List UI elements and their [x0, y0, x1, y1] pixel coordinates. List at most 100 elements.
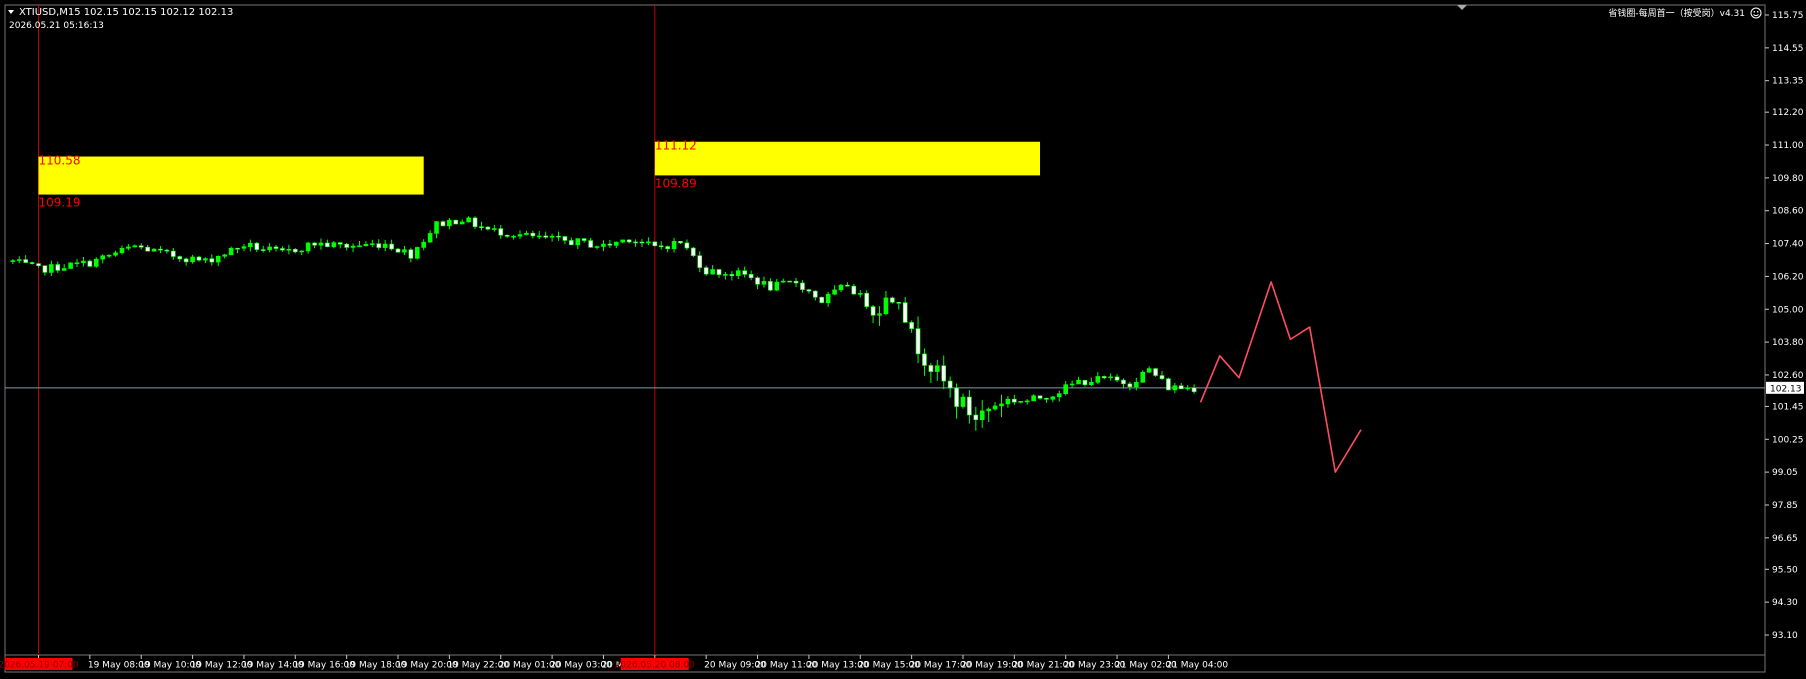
candle-body: [922, 353, 927, 366]
candle-body: [851, 285, 857, 295]
zone-0[interactable]: [38, 156, 424, 195]
candle-body: [1018, 401, 1024, 403]
candle-body: [61, 268, 67, 271]
candle-body: [1037, 395, 1043, 399]
candle-body: [23, 259, 28, 263]
candle-body: [723, 274, 728, 276]
candle-body: [126, 246, 131, 249]
price-tick-label: 109.80: [1772, 174, 1804, 184]
candle-body: [755, 277, 760, 285]
candle-body: [363, 243, 369, 247]
candle-body: [967, 396, 972, 416]
candle-body: [620, 239, 626, 243]
candle-body: [857, 293, 863, 295]
candle-body: [74, 262, 80, 265]
candle-body: [1069, 383, 1075, 386]
candle-body: [691, 247, 696, 256]
candle-body: [1121, 379, 1126, 385]
candle-body: [1140, 371, 1146, 383]
candle-body: [838, 284, 844, 291]
candle-body: [819, 296, 825, 303]
candle-body: [536, 235, 542, 238]
zone-1-high-label: 111.12: [655, 139, 697, 153]
candle-body: [787, 280, 792, 283]
candle-body: [947, 380, 953, 389]
candle-body: [581, 238, 587, 241]
candle-body: [248, 242, 253, 247]
price-tick-label: 107.40: [1772, 240, 1804, 250]
zone-1[interactable]: [654, 141, 1041, 176]
candle-body: [459, 221, 465, 225]
candle-body: [337, 242, 343, 245]
candle-body: [524, 232, 529, 235]
candle-body: [800, 282, 805, 290]
price-tick-label: 105.00: [1772, 305, 1804, 315]
candle-body: [761, 281, 767, 285]
candle-body: [485, 226, 491, 230]
candle-body: [376, 243, 382, 248]
candle-body: [530, 232, 536, 237]
candle-body: [203, 258, 208, 261]
chart-background: [0, 0, 1806, 675]
candle-body: [93, 258, 99, 267]
price-tick-label: 94.30: [1772, 598, 1798, 608]
candle-body: [408, 249, 414, 259]
candle-body: [646, 241, 651, 244]
candle-body: [825, 293, 831, 303]
candle-body: [742, 270, 748, 275]
candle-body: [158, 248, 163, 251]
candle-body: [665, 246, 670, 250]
candle-body: [1076, 380, 1081, 385]
candle-body: [941, 365, 947, 382]
price-tick-label: 95.50: [1772, 565, 1798, 575]
candle-body: [325, 242, 330, 247]
candle-body: [260, 249, 266, 251]
candle-body: [793, 280, 799, 284]
candle-body: [703, 267, 709, 275]
candle-body: [16, 259, 22, 261]
candle-body: [729, 274, 735, 276]
candle-body: [498, 228, 504, 236]
candle-body: [389, 243, 394, 250]
candle-body: [909, 322, 914, 329]
candle-body: [845, 284, 850, 287]
candle-body: [626, 239, 632, 243]
candle-body: [902, 302, 908, 323]
candle-body: [890, 297, 895, 303]
candle-body: [613, 241, 619, 246]
candle-body: [273, 246, 279, 249]
candle-body: [986, 408, 991, 412]
price-tick-label: 99.05: [1772, 468, 1798, 478]
candle-body: [1178, 385, 1184, 390]
price-tick-label: 112.20: [1772, 108, 1804, 118]
candle-body: [684, 242, 690, 249]
candle-body: [151, 248, 157, 252]
candle-body: [171, 250, 176, 257]
candle-body: [164, 249, 170, 252]
candle-body: [813, 290, 818, 298]
candle-body: [562, 236, 568, 241]
candle-body: [594, 246, 600, 248]
candle-body: [183, 258, 189, 263]
candle-body: [427, 233, 433, 243]
candle-body: [633, 241, 638, 244]
price-tick-label: 101.45: [1772, 402, 1804, 412]
candle-body: [601, 243, 606, 247]
candle-body: [549, 235, 555, 238]
price-chart[interactable]: 110.58 109.19 111.12 109.89 115.75 114.55 113…: [0, 0, 1806, 675]
candle-body: [1114, 376, 1120, 381]
candle-body: [973, 414, 979, 420]
candle-body: [896, 302, 902, 304]
candle-body: [228, 247, 234, 256]
price-tick-label: 113.35: [1772, 77, 1804, 87]
candle-body: [883, 297, 889, 315]
zone-0-high-label: 110.58: [39, 154, 81, 168]
candle-body: [479, 226, 484, 228]
candle-body: [1095, 376, 1101, 383]
candle-body: [312, 242, 317, 246]
candle-body: [607, 243, 613, 246]
price-tick-label: 111.00: [1772, 141, 1804, 151]
candle-body: [1031, 395, 1036, 402]
candle-body: [543, 235, 548, 238]
chart-window[interactable]: 110.58 109.19 111.12 109.89 115.75 114.55 113…: [0, 0, 1806, 675]
